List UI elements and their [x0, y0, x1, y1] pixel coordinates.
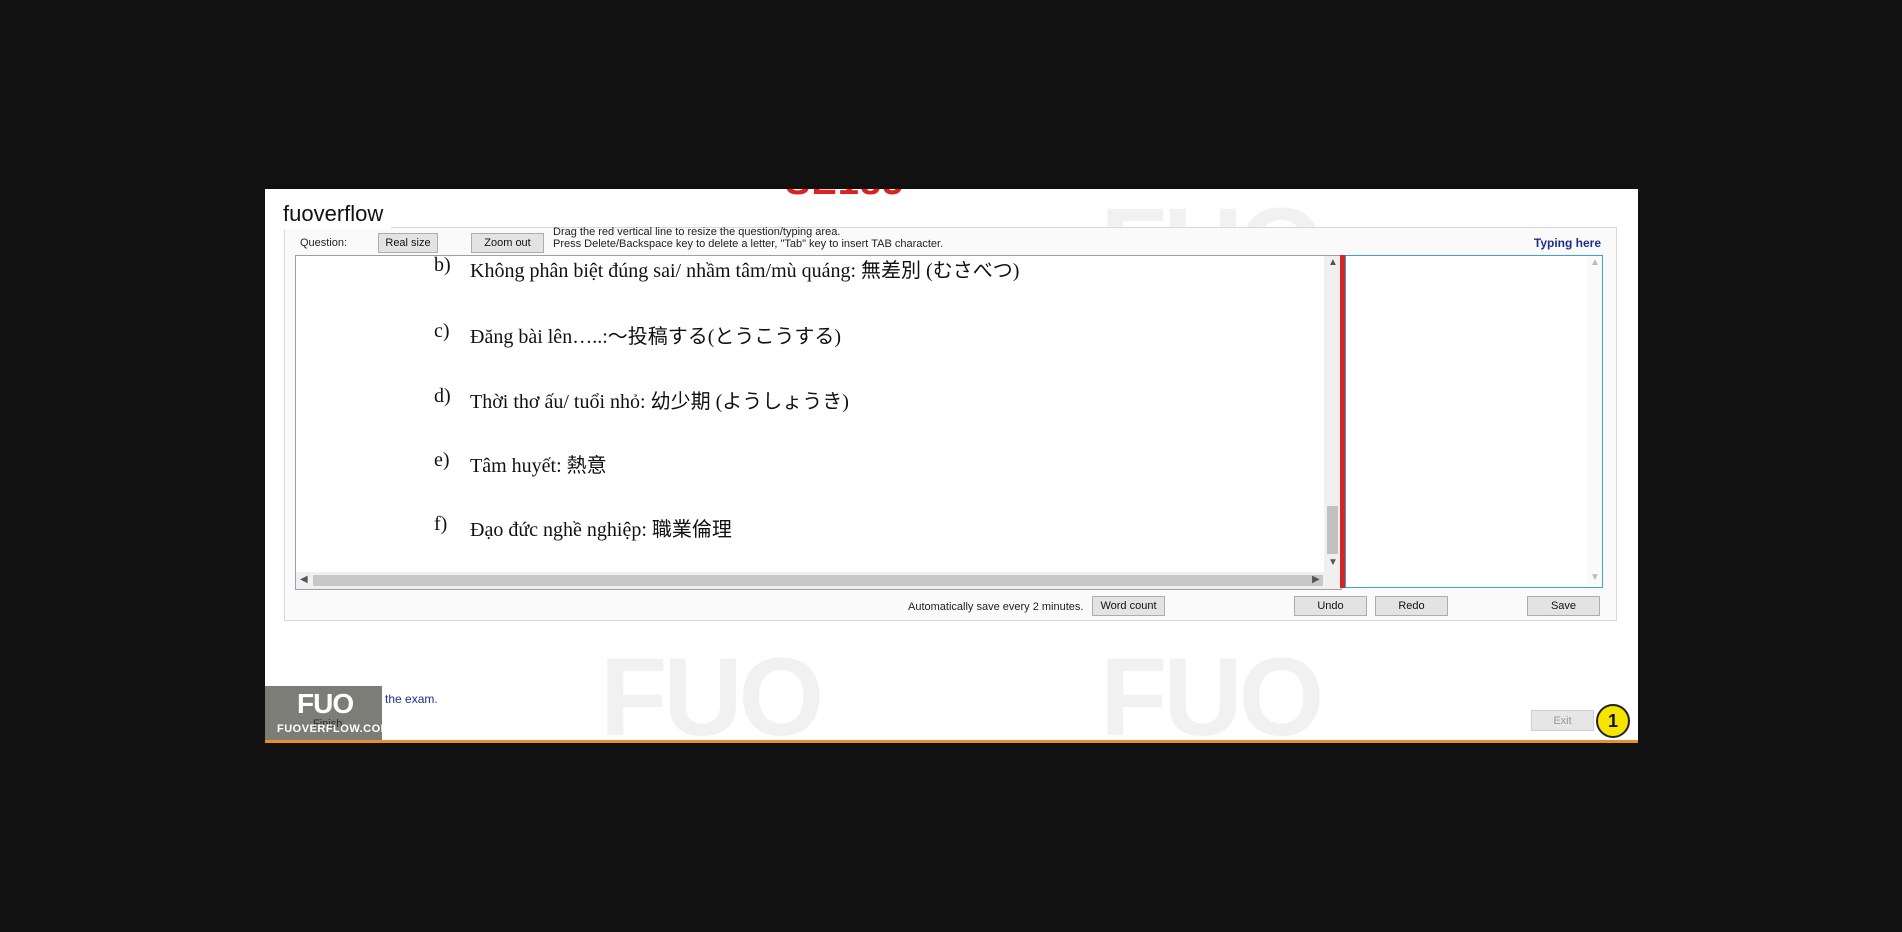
step-number-badge: 1 [1596, 704, 1630, 738]
question-item-text: Đăng bài lên…..:〜投稿する(とうこうする) [470, 326, 842, 348]
brand-label: fuoverflow [275, 199, 392, 229]
scroll-down-icon[interactable]: ▼ [1328, 557, 1338, 568]
exam-code-title: SE185 [785, 189, 904, 204]
redo-button[interactable]: Redo [1375, 596, 1448, 616]
horizontal-scroll-thumb[interactable] [313, 575, 1323, 586]
exit-button[interactable]: Exit [1531, 710, 1594, 731]
scroll-up-icon[interactable]: ▲ [1590, 257, 1600, 268]
instructions-line-2: Press Delete/Backspace key to delete a l… [553, 238, 944, 250]
real-size-button[interactable]: Real size [378, 233, 438, 253]
scroll-down-icon[interactable]: ▼ [1590, 572, 1600, 583]
word-count-button[interactable]: Word count [1092, 596, 1165, 616]
fuoverflow-logo: Finish FUO FUOVERFLOW.COM [265, 686, 390, 743]
logo-subtext: FUOVERFLOW.COM [277, 723, 391, 735]
vertical-scroll-thumb[interactable] [1327, 506, 1338, 554]
question-item-text: Không phân biệt đúng sai/ nhầm tâm/mù qu… [470, 260, 1020, 282]
exam-window: FUO FUOVERFLOW.COM FUO FUOVERFLOW.COM FU… [265, 189, 1638, 743]
save-button[interactable]: Save [1527, 596, 1600, 616]
question-vertical-scrollbar[interactable]: ▲ ▼ [1324, 256, 1341, 572]
scroll-left-icon[interactable]: ◀ [300, 574, 308, 585]
question-viewer[interactable]: b) Không phân biệt đúng sai/ nhầm tâm/mù … [295, 255, 1342, 590]
question-item-letter: c) [434, 320, 450, 342]
instructions-note: Drag the red vertical line to resize the… [553, 226, 943, 250]
typing-here-label: Typing here [1533, 236, 1601, 250]
watermark: FUO [600, 636, 824, 743]
logo-text: FUO [297, 688, 354, 719]
instructions-line-1: Drag the red vertical line to resize the… [553, 226, 841, 238]
typing-vertical-scrollbar[interactable]: ▲ ▼ [1587, 256, 1602, 587]
window-bottom-border [265, 740, 1638, 743]
question-horizontal-scrollbar[interactable]: ◀ ▶ [296, 572, 1341, 589]
question-item-text: Thời thơ ấu/ tuổi nhỏ: 幼少期 (ようしょうき) [470, 391, 849, 413]
question-item-letter: b) [434, 255, 451, 276]
watermark: FUO [1100, 636, 1324, 743]
autosave-note: Automatically save every 2 minutes. [908, 601, 1084, 613]
scroll-up-icon[interactable]: ▲ [1328, 257, 1338, 268]
question-label: Question: [300, 237, 348, 249]
typing-area[interactable]: ▲ ▼ [1345, 255, 1603, 588]
scroll-right-icon[interactable]: ▶ [1312, 574, 1320, 585]
question-item-text: Tâm huyết: 熱意 [470, 455, 607, 477]
question-item-letter: f) [434, 513, 448, 535]
question-item-letter: e) [434, 449, 450, 471]
zoom-out-button[interactable]: Zoom out [471, 233, 544, 253]
question-item-text: Đạo đức nghề nghiệp: 職業倫理 [470, 519, 732, 541]
question-item-letter: d) [434, 385, 451, 407]
undo-button[interactable]: Undo [1294, 596, 1367, 616]
